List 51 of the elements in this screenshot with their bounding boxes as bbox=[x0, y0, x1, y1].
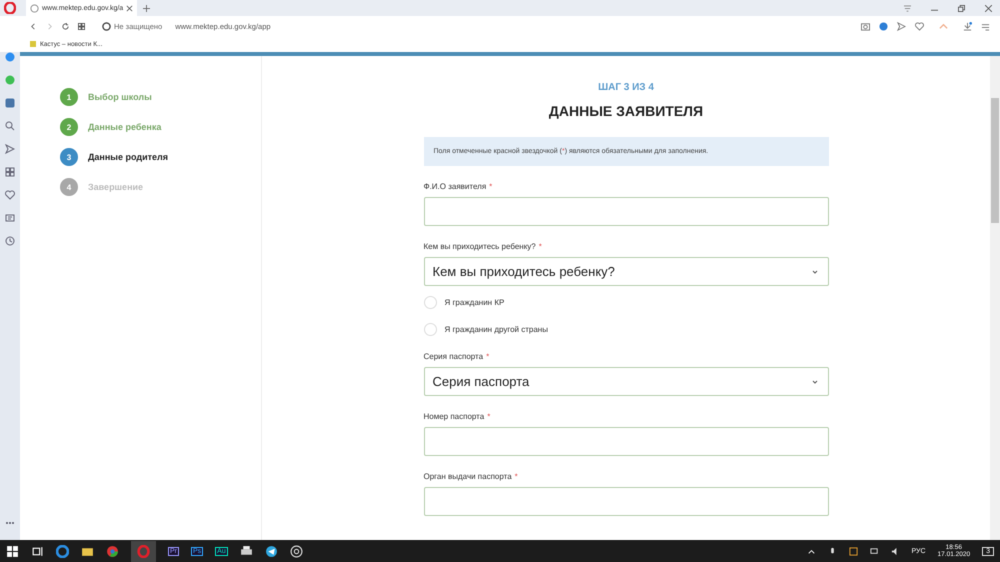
send-icon[interactable] bbox=[5, 144, 15, 154]
step-number: 3 bbox=[60, 148, 78, 166]
radio-option[interactable]: Я гражданин другой страны bbox=[424, 323, 828, 336]
scrollbar[interactable] bbox=[990, 56, 1000, 540]
radio-button[interactable] bbox=[424, 296, 436, 309]
field-label: Кем вы приходитесь ребенку? * bbox=[424, 242, 543, 251]
clock-icon[interactable] bbox=[5, 236, 15, 246]
restore-icon[interactable] bbox=[958, 4, 965, 12]
radio-option[interactable]: Я гражданин КР bbox=[424, 296, 828, 309]
telegram-icon[interactable] bbox=[264, 544, 278, 558]
camera-icon[interactable] bbox=[861, 22, 870, 30]
caret-icon bbox=[812, 378, 818, 384]
field-label: Серия паспорта * bbox=[424, 352, 490, 361]
input-field[interactable] bbox=[424, 487, 828, 516]
close-icon[interactable] bbox=[985, 4, 992, 12]
input-field[interactable] bbox=[424, 197, 828, 226]
close-icon[interactable] bbox=[126, 4, 134, 12]
page-title: ДАННЫЕ ЗАЯВИТЕЛЯ bbox=[548, 103, 704, 119]
search-icon[interactable] bbox=[5, 121, 15, 131]
grid-icon[interactable] bbox=[5, 167, 15, 177]
news-icon[interactable] bbox=[5, 213, 15, 223]
tab-menu-icon[interactable] bbox=[904, 4, 911, 12]
select-field[interactable]: Серия паспорта bbox=[424, 367, 828, 396]
field-label: Орган выдачи паспорта * bbox=[424, 472, 519, 481]
menu-icon[interactable] bbox=[981, 22, 990, 30]
step-counter: ШАГ 3 ИЗ 4 bbox=[597, 82, 655, 93]
download-icon[interactable] bbox=[963, 22, 972, 30]
chrome-icon[interactable] bbox=[106, 544, 119, 558]
step-number: 4 bbox=[60, 178, 78, 196]
bookmark-favicon-icon bbox=[30, 41, 36, 47]
grid-icon[interactable] bbox=[78, 22, 85, 30]
new-tab-icon[interactable] bbox=[143, 4, 150, 12]
field-label: Номер паспорта * bbox=[424, 412, 492, 421]
caret-icon bbox=[812, 268, 818, 274]
send-icon[interactable] bbox=[897, 22, 906, 30]
reload-icon[interactable] bbox=[62, 22, 69, 30]
step-number: 2 bbox=[60, 118, 78, 136]
step-number: 1 bbox=[60, 88, 78, 106]
field-label: Ф.И.О заявителя * bbox=[424, 182, 494, 191]
input-field[interactable] bbox=[424, 427, 828, 456]
task-view-icon[interactable] bbox=[31, 544, 44, 558]
heart-icon[interactable] bbox=[5, 190, 15, 200]
back-icon[interactable] bbox=[30, 22, 37, 30]
radio-label: Я гражданин КР bbox=[444, 298, 504, 307]
step-link[interactable]: Данные родителя bbox=[88, 152, 168, 162]
printer-icon[interactable] bbox=[240, 544, 253, 558]
radio-button[interactable] bbox=[424, 323, 436, 336]
radio-label: Я гражданин другой страны bbox=[444, 325, 548, 334]
heart-icon[interactable] bbox=[915, 22, 924, 30]
select-field[interactable]: Кем вы приходитесь ребенку? bbox=[424, 257, 828, 286]
windows-start-icon[interactable] bbox=[6, 544, 19, 558]
